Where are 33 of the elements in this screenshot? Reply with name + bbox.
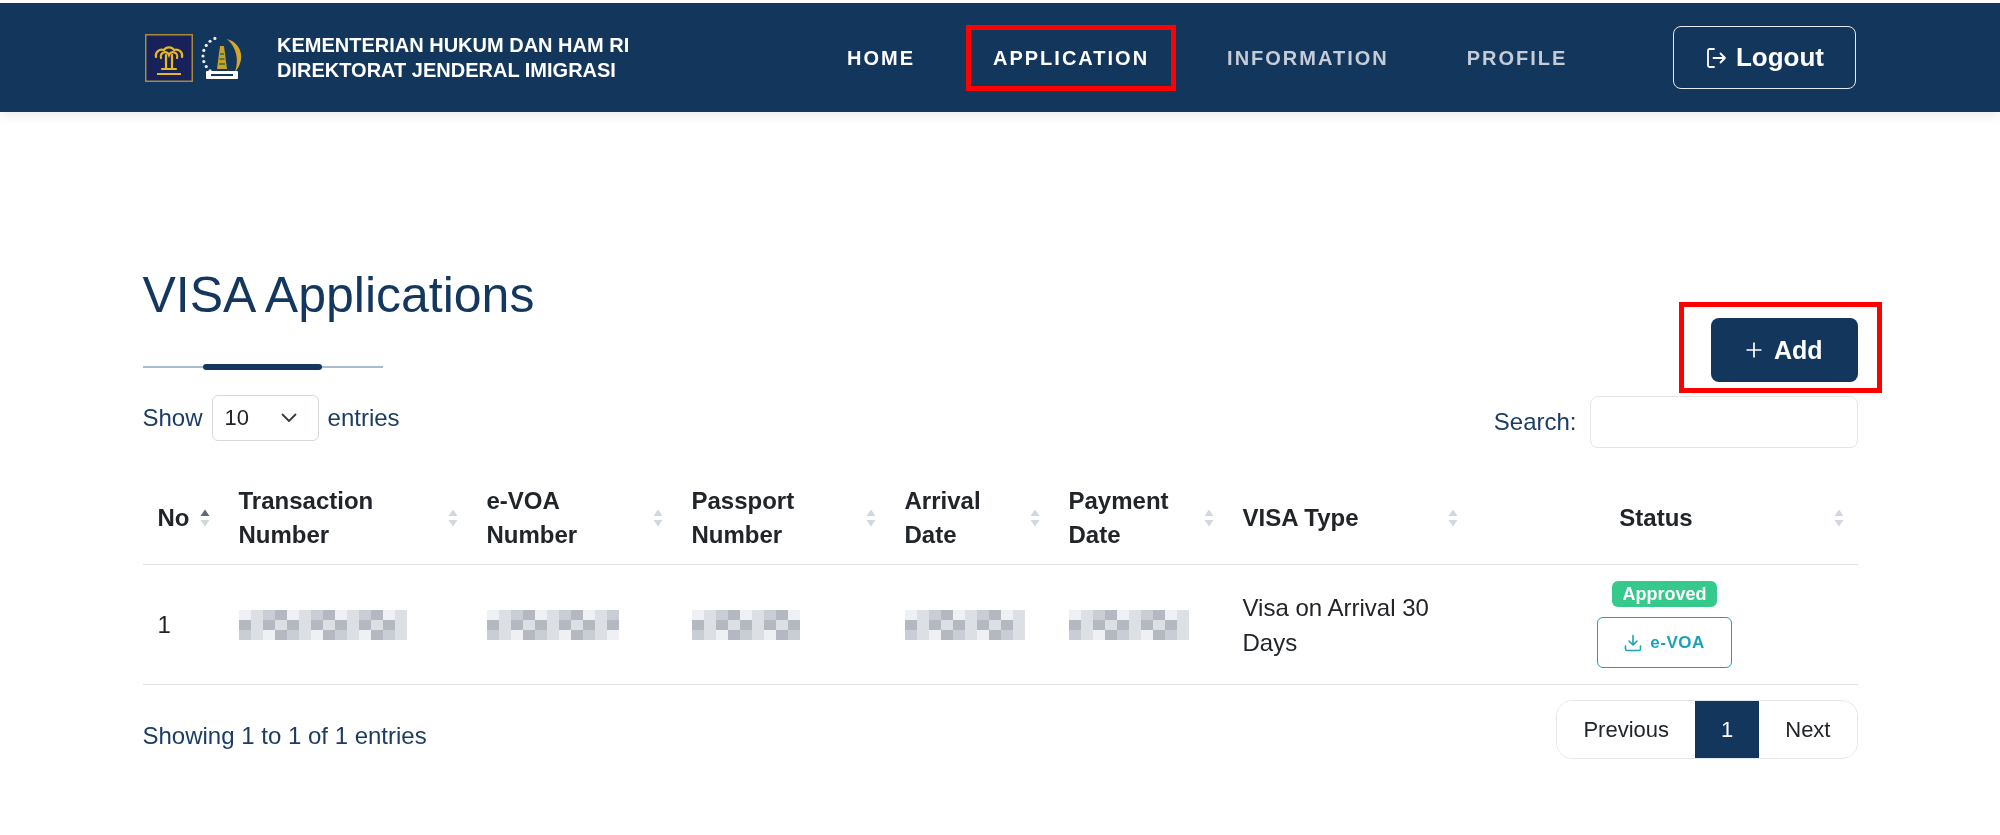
logout-button[interactable]: Logout: [1672, 26, 1856, 89]
table-cell: Visa on Arrival 30 Days: [1227, 564, 1472, 685]
plus-icon: [1745, 342, 1762, 358]
entries-select[interactable]: 10: [211, 395, 319, 441]
directorate-name: DIREKTORAT JENDERAL IMIGRASI: [277, 57, 617, 83]
status-badge: Approved: [1612, 581, 1717, 607]
nav-link[interactable]: HOME: [847, 45, 915, 70]
nav-link[interactable]: APPLICATION: [993, 45, 1150, 70]
search-label: Search:: [1493, 408, 1577, 436]
nav-link[interactable]: INFORMATION: [1227, 45, 1389, 70]
sort-icon[interactable]: [199, 508, 210, 528]
page-title: VISA Applications: [142, 266, 535, 324]
entries-info: Showing 1 to 1 of 1 entries: [142, 720, 427, 750]
column-header[interactable]: Arrival Date: [904, 484, 1022, 552]
nav-link[interactable]: PROFILE: [1466, 45, 1568, 70]
ministry-name: KEMENTERIAN HUKUM DAN HAM RI: [277, 32, 630, 58]
logout-icon: [1704, 45, 1727, 70]
column-header[interactable]: VISA Type: [1242, 501, 1359, 535]
column-header[interactable]: No: [157, 501, 190, 535]
pagination-button[interactable]: 1: [1695, 701, 1760, 758]
table-cell: 1: [142, 564, 224, 685]
tree-emblem-icon: [145, 33, 193, 82]
add-button[interactable]: Add: [1710, 318, 1858, 382]
column-header[interactable]: Status: [1486, 501, 1826, 535]
column-header[interactable]: Transaction Number: [238, 484, 440, 552]
search-field[interactable]: [1589, 396, 1858, 448]
show-label: Show: [142, 404, 203, 432]
chevron-down-icon: [280, 413, 297, 423]
column-header[interactable]: Payment Date: [1068, 484, 1196, 552]
column-header[interactable]: e-VOA Number: [486, 484, 645, 552]
download-icon: [1624, 633, 1643, 652]
entries-label: entries: [327, 404, 400, 432]
column-header[interactable]: Passport Number: [691, 484, 858, 552]
